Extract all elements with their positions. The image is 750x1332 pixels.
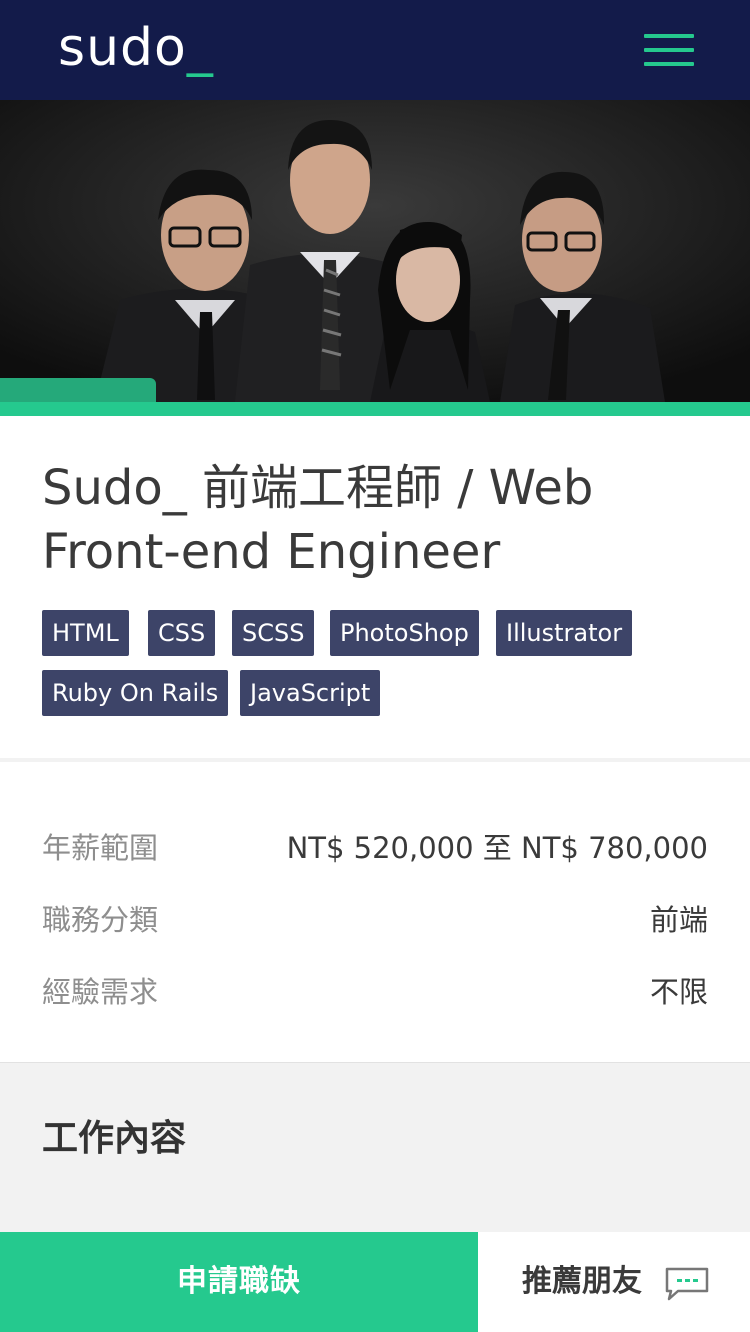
- hero-accent-bar: [0, 402, 750, 416]
- section-title-job-content: 工作內容: [42, 1118, 187, 1159]
- skill-tag[interactable]: HTML: [42, 610, 129, 656]
- apply-job-button[interactable]: 申請職缺: [0, 1232, 478, 1332]
- skill-tag[interactable]: CSS: [148, 610, 216, 656]
- chat-bubble-icon: [665, 1267, 709, 1301]
- detail-value: 不限: [649, 975, 708, 1009]
- logo-text: sudo: [58, 18, 187, 78]
- team-photo-illustration: [0, 100, 750, 402]
- detail-label: 年薪範圍: [42, 831, 159, 865]
- hamburger-menu-icon[interactable]: [640, 30, 696, 70]
- detail-value: NT$ 520,000 至 NT$ 780,000: [286, 831, 708, 865]
- job-title: Sudo_ 前端工程師 / Web Front-end Engineer: [42, 456, 702, 584]
- refer-friend-button[interactable]: 推薦朋友: [478, 1232, 750, 1332]
- skill-tag[interactable]: SCSS: [232, 610, 315, 656]
- job-title-line-1: Sudo_ 前端工程師 / Web: [42, 460, 594, 516]
- job-title-line-2: Front-end Engineer: [42, 524, 501, 580]
- employment-type-badge: 正職: [0, 378, 156, 402]
- detail-label: 職務分類: [42, 903, 159, 937]
- skill-tag[interactable]: PhotoShop: [330, 610, 479, 656]
- detail-label: 經驗需求: [42, 975, 159, 1009]
- detail-value: 前端: [649, 903, 708, 937]
- logo-cursor: _: [186, 18, 214, 78]
- refer-friend-label: 推薦朋友: [522, 1264, 642, 1299]
- job-title-card: Sudo_ 前端工程師 / Web Front-end Engineer HTM…: [0, 416, 750, 758]
- sudo-logo[interactable]: sudo_: [58, 18, 214, 78]
- skill-tag[interactable]: Illustrator: [496, 610, 633, 656]
- hero-team-photo: 正職: [0, 100, 750, 402]
- skill-tag[interactable]: Ruby On Rails: [42, 670, 229, 716]
- skill-tag[interactable]: JavaScript: [240, 670, 381, 716]
- top-navigation-bar: sudo_: [0, 0, 750, 100]
- job-details-card: 年薪範圍 NT$ 520,000 至 NT$ 780,000 職務分類 前端 經…: [0, 762, 750, 1063]
